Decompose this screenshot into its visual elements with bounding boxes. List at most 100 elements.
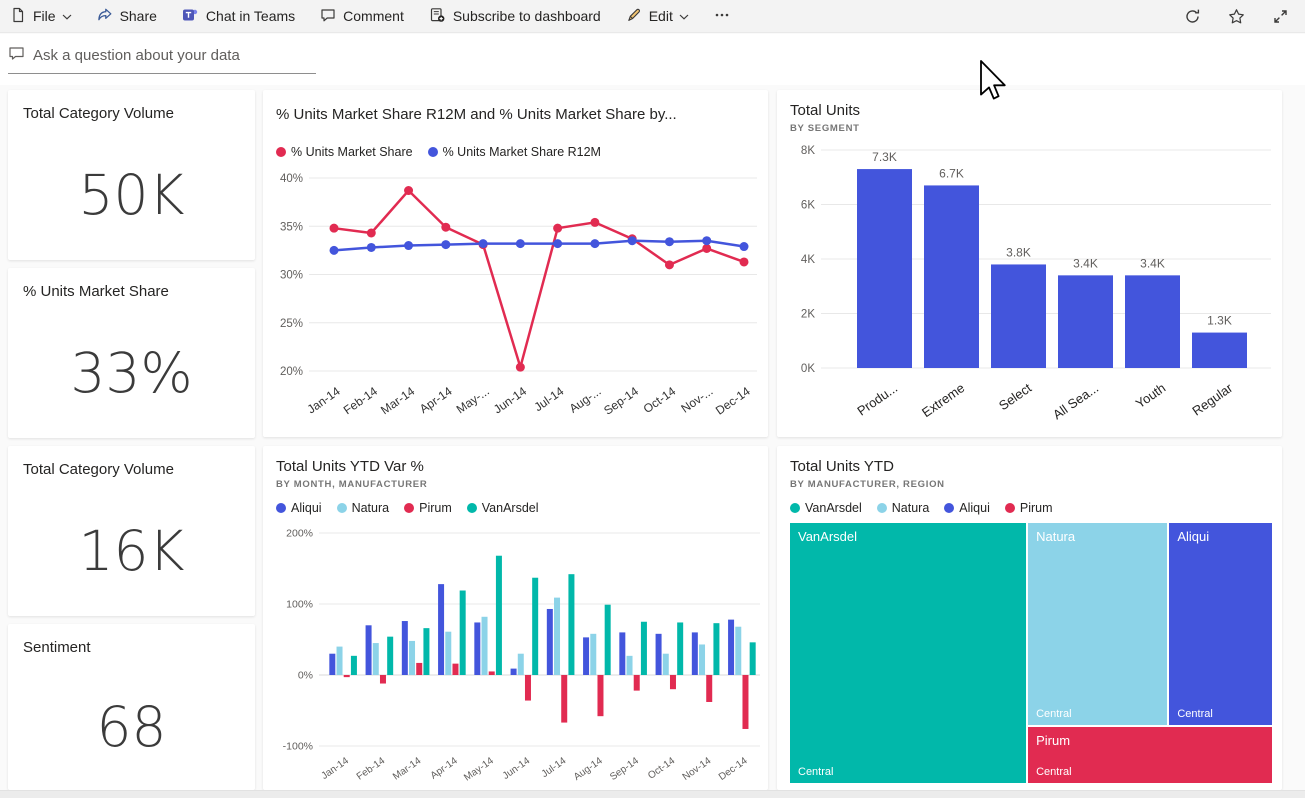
treemap-block-natura[interactable]: NaturaCentral [1028, 523, 1167, 725]
bar-vanarsdel-jul-14[interactable] [568, 574, 574, 675]
data-point[interactable] [740, 242, 749, 251]
tile-total-units-ytd-var[interactable]: Total Units YTD Var % BY MONTH, MANUFACT… [263, 446, 768, 790]
bar-vanarsdel-jun-14[interactable] [532, 578, 538, 675]
bar-regular[interactable] [1192, 333, 1247, 368]
line-series[interactable] [334, 241, 744, 251]
tile-units-market-share[interactable]: % Units Market Share 33% [8, 268, 255, 438]
bar-natura-feb-14[interactable] [373, 643, 379, 675]
more-options-button[interactable] [714, 7, 730, 26]
bar-pirum-nov-14[interactable] [706, 675, 712, 702]
data-point[interactable] [553, 224, 562, 233]
bar-vanarsdel-sep-14[interactable] [641, 622, 647, 675]
data-point[interactable] [590, 218, 599, 227]
treemap-block-aliqui[interactable]: AliquiCentral [1169, 523, 1272, 725]
tile-total-category-volume-1[interactable]: Total Category Volume 50K [8, 90, 255, 260]
bar-aliqui-dec-14[interactable] [728, 620, 734, 675]
data-point[interactable] [330, 224, 339, 233]
bar-natura-nov-14[interactable] [699, 644, 705, 675]
data-point[interactable] [404, 186, 413, 195]
share-button[interactable]: Share [97, 7, 157, 26]
bar-vanarsdel-mar-14[interactable] [423, 628, 429, 675]
bar-natura-oct-14[interactable] [663, 654, 669, 675]
data-point[interactable] [367, 243, 376, 252]
data-point[interactable] [404, 241, 413, 250]
bar-vanarsdel-nov-14[interactable] [713, 623, 719, 675]
bar-aliqui-sep-14[interactable] [619, 632, 625, 675]
data-point[interactable] [553, 239, 562, 248]
line-series[interactable] [334, 191, 744, 368]
bar-pirum-jan-14[interactable] [344, 675, 350, 677]
bar-natura-apr-14[interactable] [445, 632, 451, 675]
edit-menu-button[interactable]: Edit [626, 7, 689, 26]
bar-vanarsdel-apr-14[interactable] [460, 591, 466, 675]
fullscreen-icon[interactable] [1272, 8, 1289, 25]
tile-total-category-volume-2[interactable]: Total Category Volume 16K [8, 446, 255, 616]
horizontal-scrollbar-track[interactable] [0, 790, 1305, 798]
bar-vanarsdel-feb-14[interactable] [387, 637, 393, 675]
bar-vanarsdel-may-14[interactable] [496, 556, 502, 675]
bar-extreme[interactable] [924, 185, 979, 368]
legend-item-natura[interactable]: Natura [877, 501, 930, 515]
bar-vanarsdel-oct-14[interactable] [677, 622, 683, 675]
bar-pirum-jul-14[interactable] [561, 675, 567, 723]
bar-vanarsdel-aug-14[interactable] [605, 605, 611, 675]
bar-natura-jan-14[interactable] [337, 647, 343, 675]
bar-vanarsdel-dec-14[interactable] [750, 642, 756, 675]
data-point[interactable] [590, 239, 599, 248]
bar-natura-dec-14[interactable] [735, 627, 741, 675]
subscribe-button[interactable]: Subscribe to dashboard [429, 7, 601, 26]
data-point[interactable] [441, 240, 450, 249]
legend-item-aliqui[interactable]: Aliqui [944, 501, 990, 515]
data-point[interactable] [702, 236, 711, 245]
bar-aliqui-may-14[interactable] [474, 622, 480, 675]
bar-aliqui-jan-14[interactable] [329, 654, 335, 675]
bar-aliqui-apr-14[interactable] [438, 584, 444, 675]
data-point[interactable] [628, 236, 637, 245]
bar-natura-mar-14[interactable] [409, 641, 415, 675]
bar-pirum-dec-14[interactable] [742, 675, 748, 729]
bar-natura-jun-14[interactable] [518, 654, 524, 675]
data-point[interactable] [367, 229, 376, 238]
bar-aliqui-mar-14[interactable] [402, 621, 408, 675]
bar-youth[interactable] [1125, 275, 1180, 368]
bar-aliqui-nov-14[interactable] [692, 632, 698, 675]
bar-all-sea-[interactable] [1058, 275, 1113, 368]
bar-produ-[interactable] [857, 169, 912, 368]
data-point[interactable] [665, 260, 674, 269]
bar-natura-jul-14[interactable] [554, 598, 560, 675]
data-point[interactable] [479, 239, 488, 248]
refresh-icon[interactable] [1184, 8, 1201, 25]
bar-pirum-feb-14[interactable] [380, 675, 386, 684]
bar-select[interactable] [991, 264, 1046, 368]
legend-item-pirum[interactable]: Pirum [1005, 501, 1053, 515]
qa-search-input[interactable]: Ask a question about your data [8, 45, 316, 74]
grouped-bar-plot[interactable]: 200%100%0%-100%Jan-14Feb-14Mar-14Apr-14M… [263, 446, 768, 790]
segment-bar-plot[interactable]: 8K6K4K2K0K7.3KProdu...6.7KExtreme3.8KSel… [777, 90, 1282, 437]
bar-pirum-may-14[interactable] [489, 671, 495, 675]
favorite-icon[interactable] [1228, 8, 1245, 25]
bar-pirum-jun-14[interactable] [525, 675, 531, 701]
data-point[interactable] [516, 363, 525, 372]
data-point[interactable] [702, 244, 711, 253]
legend-item-vanarsdel[interactable]: VanArsdel [790, 501, 862, 515]
data-point[interactable] [740, 257, 749, 266]
bar-natura-may-14[interactable] [482, 617, 488, 675]
bar-vanarsdel-jan-14[interactable] [351, 656, 357, 675]
bar-pirum-oct-14[interactable] [670, 675, 676, 689]
data-point[interactable] [665, 237, 674, 246]
chat-in-teams-button[interactable]: Chat in Teams [182, 7, 295, 26]
bar-natura-sep-14[interactable] [627, 656, 633, 675]
bar-pirum-apr-14[interactable] [452, 664, 458, 675]
bar-aliqui-aug-14[interactable] [583, 637, 589, 675]
treemap-block-vanarsdel[interactable]: VanArsdelCentral [790, 523, 1026, 783]
bar-aliqui-jul-14[interactable] [547, 609, 553, 675]
data-point[interactable] [441, 223, 450, 232]
bar-pirum-mar-14[interactable] [416, 663, 422, 675]
tile-total-units-by-segment[interactable]: Total Units BY SEGMENT 8K6K4K2K0K7.3KPro… [777, 90, 1282, 437]
line-chart-plot[interactable]: 40%35%30%25%20%Jan-14Feb-14Mar-14Apr-14M… [263, 90, 768, 437]
tile-market-share-line-chart[interactable]: % Units Market Share R12M and % Units Ma… [263, 90, 768, 437]
bar-aliqui-feb-14[interactable] [366, 625, 372, 675]
treemap-plot[interactable]: VanArsdelCentralNaturaCentralAliquiCentr… [790, 523, 1272, 783]
bar-natura-aug-14[interactable] [590, 634, 596, 675]
treemap-block-pirum[interactable]: PirumCentral [1028, 727, 1272, 783]
